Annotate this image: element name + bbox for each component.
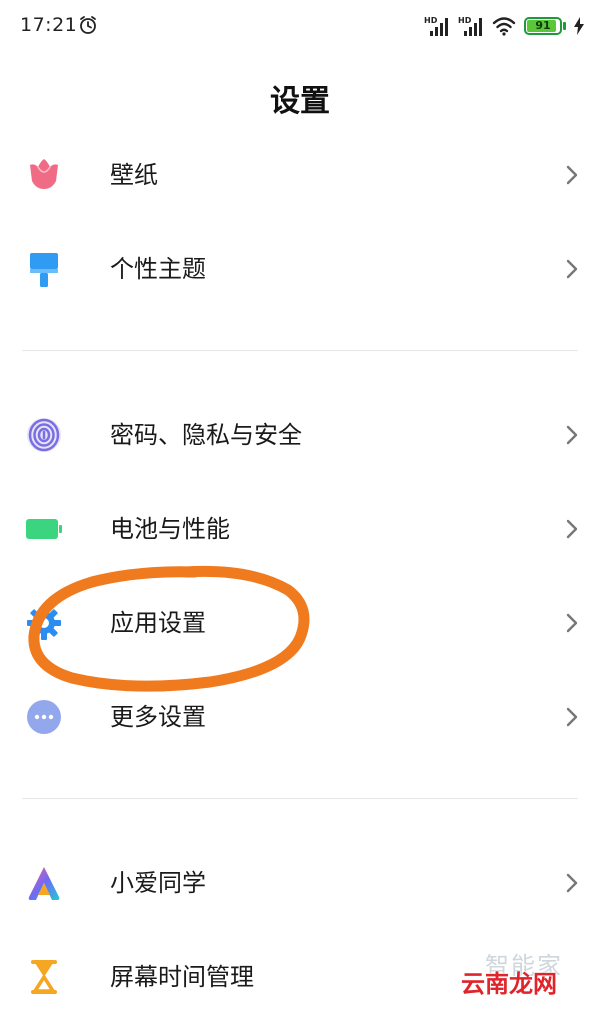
watermark-brand-text: 云南龙网: [461, 970, 557, 998]
chevron-right-icon: [566, 165, 578, 185]
chevron-right-icon: [566, 425, 578, 445]
settings-item-xiaoai[interactable]: 小爱同学: [0, 843, 600, 923]
settings-item-privacy-security[interactable]: 密码、隐私与安全: [0, 395, 600, 475]
chevron-right-icon: [566, 707, 578, 727]
settings-item-label: 电池与性能: [110, 515, 230, 543]
wallpaper-icon: [30, 159, 58, 189]
settings-item-label: 更多设置: [110, 703, 206, 731]
wifi-icon: [492, 17, 516, 36]
theme-brush-icon: [30, 253, 58, 287]
settings-item-wallpaper[interactable]: 壁纸: [0, 135, 600, 215]
settings-item-more-settings[interactable]: 更多设置: [0, 677, 600, 757]
chevron-right-icon: [566, 613, 578, 633]
settings-item-label: 壁纸: [110, 161, 158, 189]
battery-indicator: 91: [524, 17, 562, 35]
fingerprint-icon: [27, 418, 61, 452]
settings-item-label: 小爱同学: [110, 869, 206, 897]
chevron-right-icon: [566, 873, 578, 893]
page-title: 设置: [270, 84, 330, 119]
settings-item-label: 屏幕时间管理: [110, 963, 254, 991]
section-divider: [22, 798, 578, 799]
status-icons: HD HD 91: [424, 14, 584, 38]
alarm-icon: [80, 16, 96, 34]
gear-icon: [27, 606, 61, 640]
signal-hd-icon: HD: [458, 16, 482, 36]
battery-level-text: 91: [535, 19, 551, 32]
status-time: 17:21: [20, 14, 78, 36]
xiaoai-icon: [28, 867, 60, 900]
settings-item-label: 密码、隐私与安全: [110, 421, 302, 449]
more-dots-icon: [27, 700, 61, 734]
settings-item-app-settings[interactable]: 应用设置: [0, 583, 600, 663]
signal-hd-icon: HD: [424, 16, 448, 36]
settings-item-label: 个性主题: [110, 255, 206, 283]
battery-icon: [26, 519, 62, 539]
charging-icon: [574, 17, 584, 35]
hourglass-icon: [31, 960, 57, 994]
status-bar: 17:21 HD HD 91: [0, 0, 600, 56]
battery-nub: [563, 22, 566, 30]
section-divider: [22, 350, 578, 351]
settings-item-theme[interactable]: 个性主题: [0, 229, 600, 309]
svg-text:HD: HD: [424, 16, 438, 25]
chevron-right-icon: [566, 519, 578, 539]
svg-text:HD: HD: [458, 16, 472, 25]
chevron-right-icon: [566, 259, 578, 279]
settings-item-battery-performance[interactable]: 电池与性能: [0, 489, 600, 569]
settings-item-label: 应用设置: [110, 609, 206, 637]
